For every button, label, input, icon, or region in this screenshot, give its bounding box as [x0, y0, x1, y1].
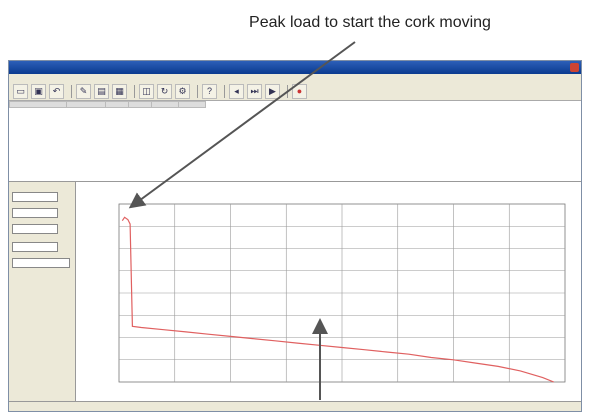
annotation-arrows: [128, 41, 356, 400]
peak-callout-arrow: [128, 41, 356, 209]
